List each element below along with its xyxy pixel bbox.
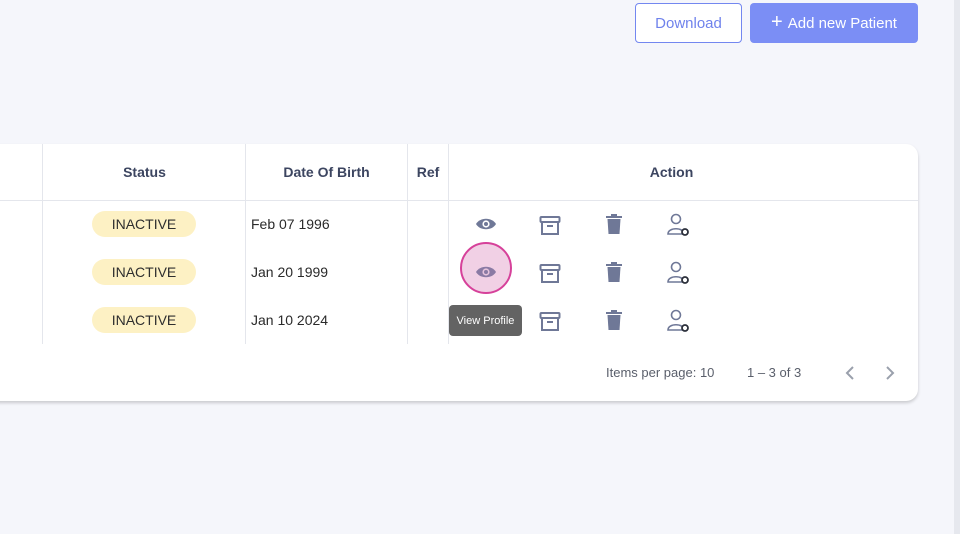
user-settings-icon [667, 213, 689, 236]
next-page-button[interactable] [880, 363, 900, 383]
column-header-ref[interactable]: Ref [407, 144, 449, 200]
column-divider [42, 144, 43, 344]
eye-icon [476, 218, 496, 230]
user-settings-icon [667, 261, 689, 284]
archive-button[interactable] [537, 261, 563, 287]
delete-button[interactable] [601, 211, 627, 237]
view-profile-button[interactable] [473, 259, 499, 285]
items-per-page-select[interactable]: Items per page: 10 [606, 365, 714, 380]
trash-icon [606, 262, 622, 282]
archive-icon [539, 216, 561, 235]
page-scrollbar[interactable] [954, 0, 960, 534]
delete-button[interactable] [601, 259, 627, 285]
date-of-birth: Jan 20 1999 [251, 264, 329, 280]
archive-icon [539, 312, 561, 331]
archive-icon [539, 264, 561, 283]
page-range-label: 1 – 3 of 3 [747, 365, 802, 380]
view-profile-tooltip: View Profile [449, 305, 522, 336]
eye-icon [476, 266, 496, 278]
column-header-action: Action [649, 164, 694, 180]
download-button[interactable]: Download [635, 3, 742, 43]
column-divider [245, 144, 246, 344]
status-badge: INACTIVE [92, 259, 196, 285]
archive-button[interactable] [537, 213, 563, 239]
download-button-label: Download [655, 14, 722, 32]
header-divider [0, 200, 918, 201]
delete-button[interactable] [601, 307, 627, 333]
chevron-right-icon [886, 366, 895, 380]
archive-button[interactable] [537, 309, 563, 335]
previous-page-button[interactable] [840, 363, 860, 383]
column-divider [407, 144, 408, 344]
user-settings-button[interactable] [665, 308, 691, 334]
user-settings-button[interactable] [665, 260, 691, 286]
trash-icon [606, 310, 622, 330]
user-settings-icon [667, 309, 689, 332]
column-header-status[interactable]: Status [43, 144, 246, 200]
chevron-left-icon [845, 366, 854, 380]
plus-icon: + [771, 11, 783, 33]
user-settings-button[interactable] [665, 212, 691, 238]
trash-icon [606, 214, 622, 234]
view-profile-button[interactable] [473, 211, 499, 237]
column-header-date-of-birth[interactable]: Date Of Birth [246, 144, 407, 200]
add-new-patient-button[interactable]: + Add new Patient [750, 3, 918, 43]
date-of-birth: Feb 07 1996 [251, 216, 330, 232]
date-of-birth: Jan 10 2024 [251, 312, 329, 328]
add-new-patient-label: Add new Patient [787, 14, 897, 32]
status-badge: INACTIVE [92, 211, 196, 237]
status-badge: INACTIVE [92, 307, 196, 333]
